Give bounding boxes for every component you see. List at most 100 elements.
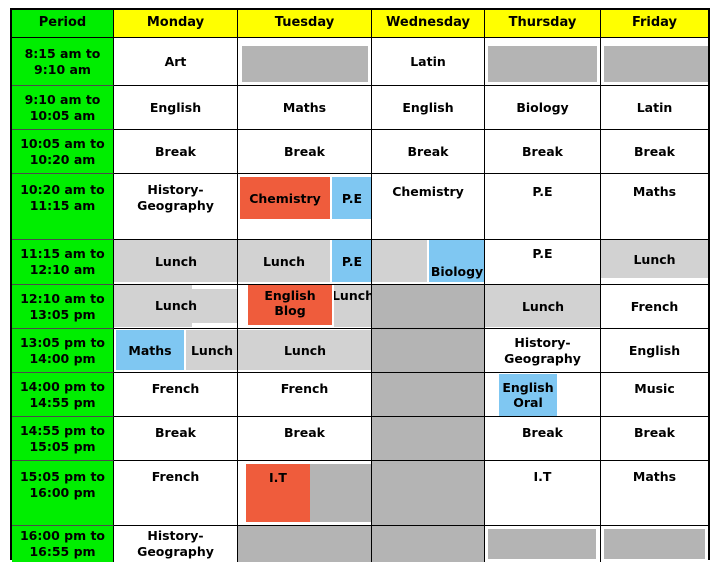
cell-thursday-r4[interactable]: P.E: [485, 240, 601, 285]
cell-monday-r1-label: English: [149, 99, 202, 115]
cell-thursday-r9-label: I.T: [533, 469, 552, 484]
cell-monday-r0[interactable]: Art: [114, 38, 238, 86]
period-row-3: 10:20 am to 11:15 am: [12, 174, 114, 240]
cell-wednesday-r10[interactable]: [372, 526, 485, 562]
cell-monday-r5[interactable]: Lunch: [114, 285, 238, 329]
cell-friday-r6[interactable]: English: [601, 329, 708, 373]
cell-tuesday-r6[interactable]: Lunch: [238, 329, 372, 373]
free-block-wednesday-r5: [372, 285, 484, 328]
cell-thursday-r6-line2: Geography: [504, 350, 581, 366]
cell-thursday-r10[interactable]: [485, 526, 601, 562]
cell-tuesday-r10[interactable]: [238, 526, 372, 562]
lunch-block-friday-r4[interactable]: Lunch: [601, 240, 708, 278]
cell-wednesday-r0-label: Latin: [410, 53, 446, 69]
cell-wednesday-r1[interactable]: English: [372, 86, 485, 130]
cell-tuesday-r3[interactable]: Chemistry P.E: [238, 174, 372, 240]
cell-friday-r7[interactable]: Music: [601, 373, 708, 417]
cell-thursday-r4-label: P.E: [532, 246, 553, 261]
free-block-wednesday-r10: [372, 526, 484, 562]
cell-monday-r7[interactable]: French: [114, 373, 238, 417]
subject-block-chemistry-tuesday-r3[interactable]: Chemistry: [240, 177, 330, 219]
cell-thursday-r1[interactable]: Biology: [485, 86, 601, 130]
subject-block-pe-tuesday-r3[interactable]: P.E: [332, 177, 371, 219]
cell-tuesday-r8[interactable]: Break: [238, 417, 372, 461]
cell-thursday-r3-label: P.E: [532, 184, 553, 199]
subject-block-maths-monday-r6[interactable]: Maths: [116, 330, 184, 370]
cell-friday-r2[interactable]: Break: [601, 130, 708, 174]
cell-monday-r9[interactable]: French: [114, 461, 238, 526]
free-block-wednesday-r8: [372, 417, 484, 460]
cell-tuesday-r2[interactable]: Break: [238, 130, 372, 174]
cell-thursday-r3[interactable]: P.E: [485, 174, 601, 240]
cell-tuesday-r5[interactable]: English Blog Lunch: [238, 285, 372, 329]
cell-friday-r9[interactable]: Maths: [601, 461, 708, 526]
cell-wednesday-r4[interactable]: Biology: [372, 240, 485, 285]
cell-friday-r8[interactable]: Break: [601, 417, 708, 461]
cell-thursday-r6[interactable]: History- Geography: [485, 329, 601, 373]
period-row-2: 10:05 am to 10:20 am: [12, 130, 114, 174]
cell-monday-r3[interactable]: History- Geography: [114, 174, 238, 240]
lunch-block-monday-r6[interactable]: Lunch: [186, 330, 237, 370]
column-header-period-label: Period: [38, 15, 87, 31]
column-header-monday: Monday: [114, 10, 238, 38]
lunch-block-tuesday-r4[interactable]: Lunch: [238, 240, 330, 282]
column-header-monday-label: Monday: [146, 15, 205, 31]
cell-thursday-r2[interactable]: Break: [485, 130, 601, 174]
cell-thursday-r7[interactable]: English Oral: [485, 373, 601, 417]
period-row-7-line1: 14:00 pm to: [19, 378, 106, 394]
cell-tuesday-r1[interactable]: Maths: [238, 86, 372, 130]
cell-wednesday-r2[interactable]: Break: [372, 130, 485, 174]
cell-tuesday-r3-b-label: P.E: [341, 190, 363, 206]
cell-tuesday-r4[interactable]: Lunch P.E: [238, 240, 372, 285]
period-row-3-line1: 10:20 am to: [20, 182, 105, 197]
cell-wednesday-r9[interactable]: [372, 461, 485, 526]
cell-tuesday-r9[interactable]: I.T: [238, 461, 372, 526]
cell-friday-r4-label: Lunch: [633, 251, 676, 267]
cell-wednesday-r0[interactable]: Latin: [372, 38, 485, 86]
cell-friday-r4[interactable]: Lunch: [601, 240, 708, 285]
subject-block-english-oral-thursday-r7[interactable]: English Oral: [499, 374, 557, 416]
cell-wednesday-r7[interactable]: [372, 373, 485, 417]
cell-monday-r3-line2: Geography: [137, 197, 214, 213]
cell-wednesday-r6[interactable]: [372, 329, 485, 373]
period-row-4-line2: 12:10 am: [29, 262, 96, 277]
cell-tuesday-r7[interactable]: French: [238, 373, 372, 417]
cell-monday-r1[interactable]: English: [114, 86, 238, 130]
lunch-block-thursday-r5[interactable]: Lunch: [485, 285, 600, 327]
subject-block-it-tuesday-r9[interactable]: I.T: [246, 464, 310, 522]
cell-wednesday-r8[interactable]: [372, 417, 485, 461]
cell-friday-r3[interactable]: Maths: [601, 174, 708, 240]
cell-tuesday-r9-a-label: I.T: [269, 470, 287, 485]
subject-block-pe-tuesday-r4[interactable]: P.E: [332, 240, 371, 282]
cell-thursday-r5[interactable]: Lunch: [485, 285, 601, 329]
cell-monday-r6[interactable]: Maths Lunch: [114, 329, 238, 373]
cell-monday-r4[interactable]: Lunch: [114, 240, 238, 285]
cell-thursday-r9[interactable]: I.T: [485, 461, 601, 526]
cell-thursday-r0[interactable]: [485, 38, 601, 86]
period-row-0-line1: 8:15 am to: [24, 45, 101, 61]
cell-friday-r0[interactable]: [601, 38, 708, 86]
cell-wednesday-r3[interactable]: Chemistry: [372, 174, 485, 240]
lunch-block-monday-r4[interactable]: Lunch: [114, 240, 237, 282]
cell-wednesday-r5[interactable]: [372, 285, 485, 329]
subject-block-english-blog-tuesday-r5[interactable]: English Blog: [248, 285, 332, 325]
cell-monday-r8[interactable]: Break: [114, 417, 238, 461]
cell-wednesday-r4-b-label: Biology: [430, 264, 484, 279]
cell-thursday-r2-label: Break: [522, 143, 563, 159]
cell-friday-r5[interactable]: French: [601, 285, 708, 329]
cell-thursday-r8[interactable]: Break: [485, 417, 601, 461]
cell-monday-r7-label: French: [151, 381, 200, 396]
subject-block-biology-wednesday-r4[interactable]: Biology: [429, 240, 484, 282]
lunch-block-tuesday-r6[interactable]: Lunch: [238, 330, 371, 370]
cell-friday-r10[interactable]: [601, 526, 708, 562]
cell-tuesday-r0[interactable]: [238, 38, 372, 86]
cell-thursday-r5-label: Lunch: [521, 298, 565, 314]
cell-friday-r1[interactable]: Latin: [601, 86, 708, 130]
cell-monday-r10[interactable]: History- Geography: [114, 526, 238, 562]
free-block-tuesday-r10: [238, 526, 371, 562]
lunch-block-tuesday-r5[interactable]: Lunch: [334, 285, 371, 327]
cell-monday-r2[interactable]: Break: [114, 130, 238, 174]
column-header-tuesday-label: Tuesday: [274, 15, 335, 31]
column-header-thursday: Thursday: [485, 10, 601, 38]
cell-monday-r4-label: Lunch: [154, 253, 198, 269]
